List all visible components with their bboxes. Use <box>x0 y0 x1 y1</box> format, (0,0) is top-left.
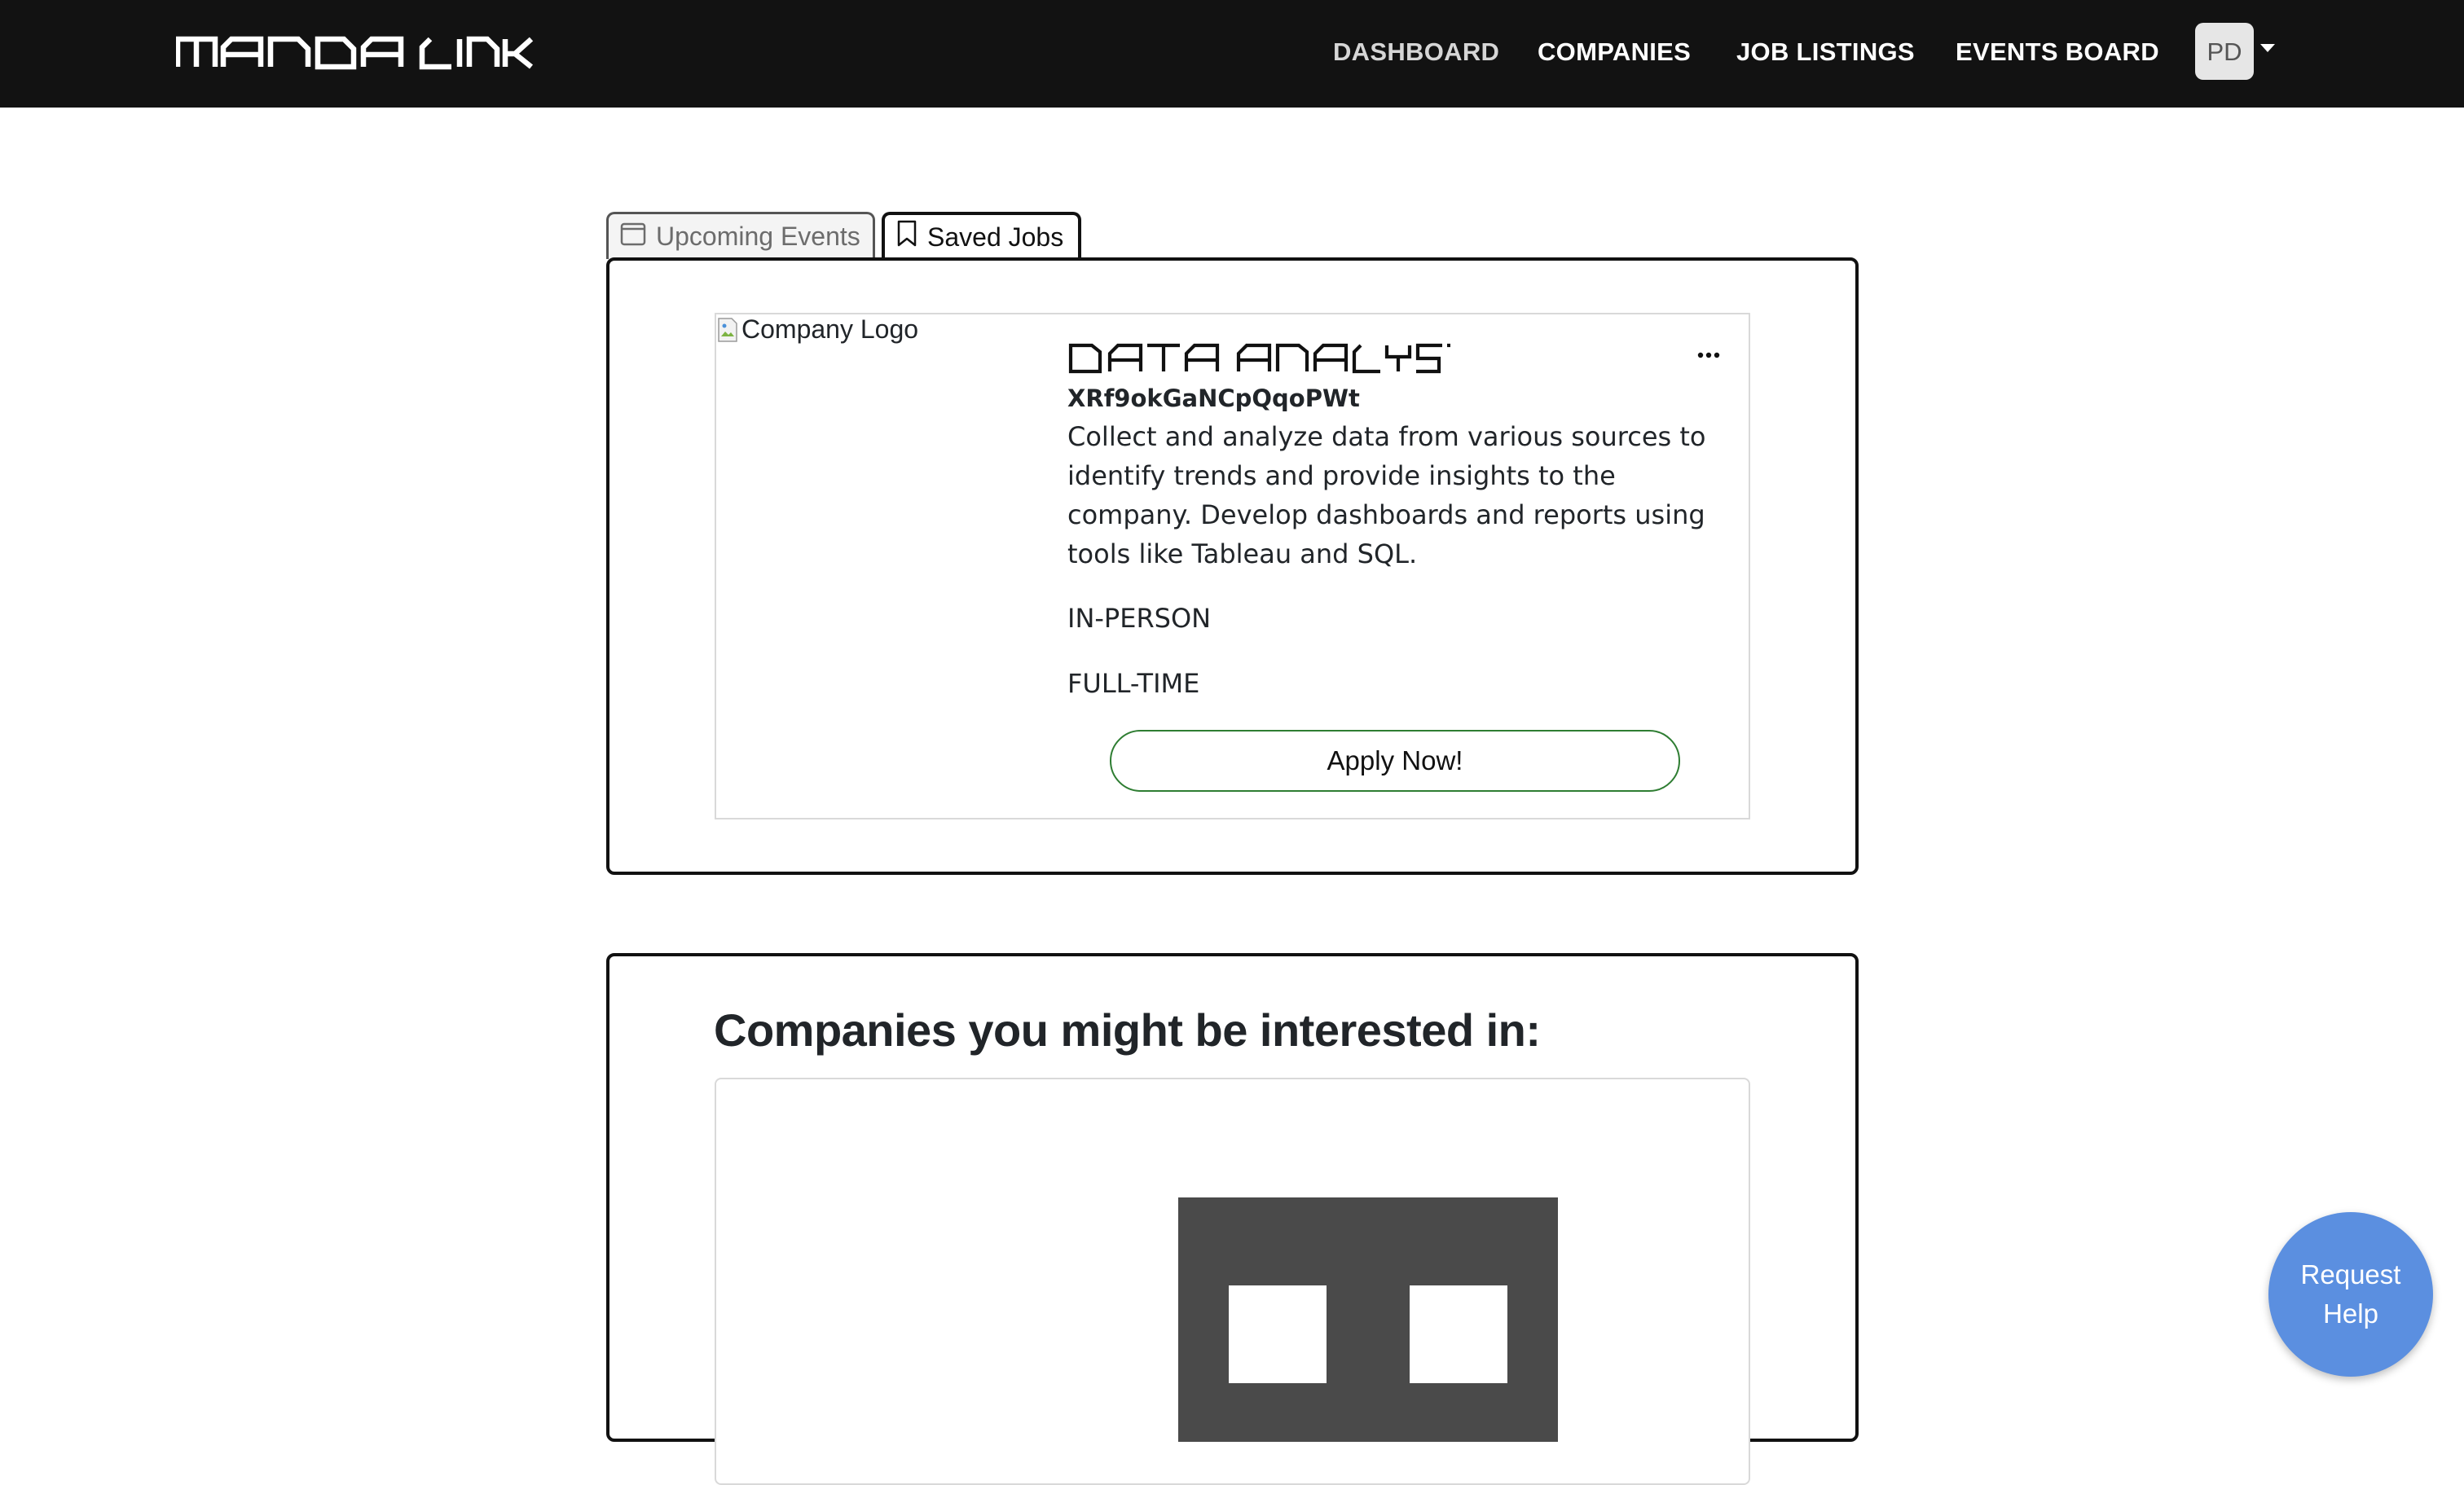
job-location-type: IN-PERSON <box>1067 603 1212 634</box>
more-horizontal-icon[interactable] <box>1696 349 1721 358</box>
tab-saved-jobs[interactable]: Saved Jobs <box>882 212 1081 259</box>
tab-upcoming-events[interactable]: Upcoming Events <box>606 212 875 259</box>
broken-image-icon <box>715 315 740 345</box>
nav-link-events-board[interactable]: EVENTS BOARD <box>1956 33 2159 72</box>
company-logo-alt-text: Company Logo <box>741 314 919 344</box>
job-title-wordmark <box>1068 343 1450 374</box>
job-title <box>1067 337 1450 380</box>
companies-heading: Companies you might be interested in: <box>714 1004 1541 1056</box>
brand-wordmark-icon <box>176 36 534 70</box>
request-help-label-line2: Help <box>2323 1298 2378 1329</box>
building-icon <box>1178 1197 1558 1442</box>
request-help-label-line1: Request <box>2300 1259 2401 1289</box>
job-company-name: XRf9okGaNCpQqoPWt <box>1067 384 1360 412</box>
bookmark-icon <box>896 220 917 254</box>
top-navbar: DASHBOARD COMPANIES JOB LISTINGS EVENTS … <box>0 0 2464 108</box>
job-description: Collect and analyze data from various so… <box>1067 421 1706 569</box>
nav-link-dashboard[interactable]: DASHBOARD <box>1333 33 1499 72</box>
tab-saved-jobs-label: Saved Jobs <box>927 222 1064 252</box>
job-employment-type: FULL-TIME <box>1067 668 1200 699</box>
company-logo: Company Logo <box>715 314 918 345</box>
tab-upcoming-events-label: Upcoming Events <box>656 222 860 251</box>
chevron-down-icon[interactable] <box>2260 44 2275 52</box>
calendar-icon <box>620 221 646 253</box>
building-window <box>1229 1285 1327 1383</box>
nav-link-companies[interactable]: COMPANIES <box>1538 33 1691 72</box>
nav-link-job-listings[interactable]: JOB LISTINGS <box>1736 33 1915 72</box>
apply-now-button[interactable]: Apply Now! <box>1110 730 1680 792</box>
building-window <box>1410 1285 1507 1383</box>
brand-logo[interactable] <box>176 28 535 75</box>
request-help-button[interactable]: Request Help <box>2268 1212 2433 1377</box>
user-avatar[interactable]: PD <box>2195 23 2254 80</box>
